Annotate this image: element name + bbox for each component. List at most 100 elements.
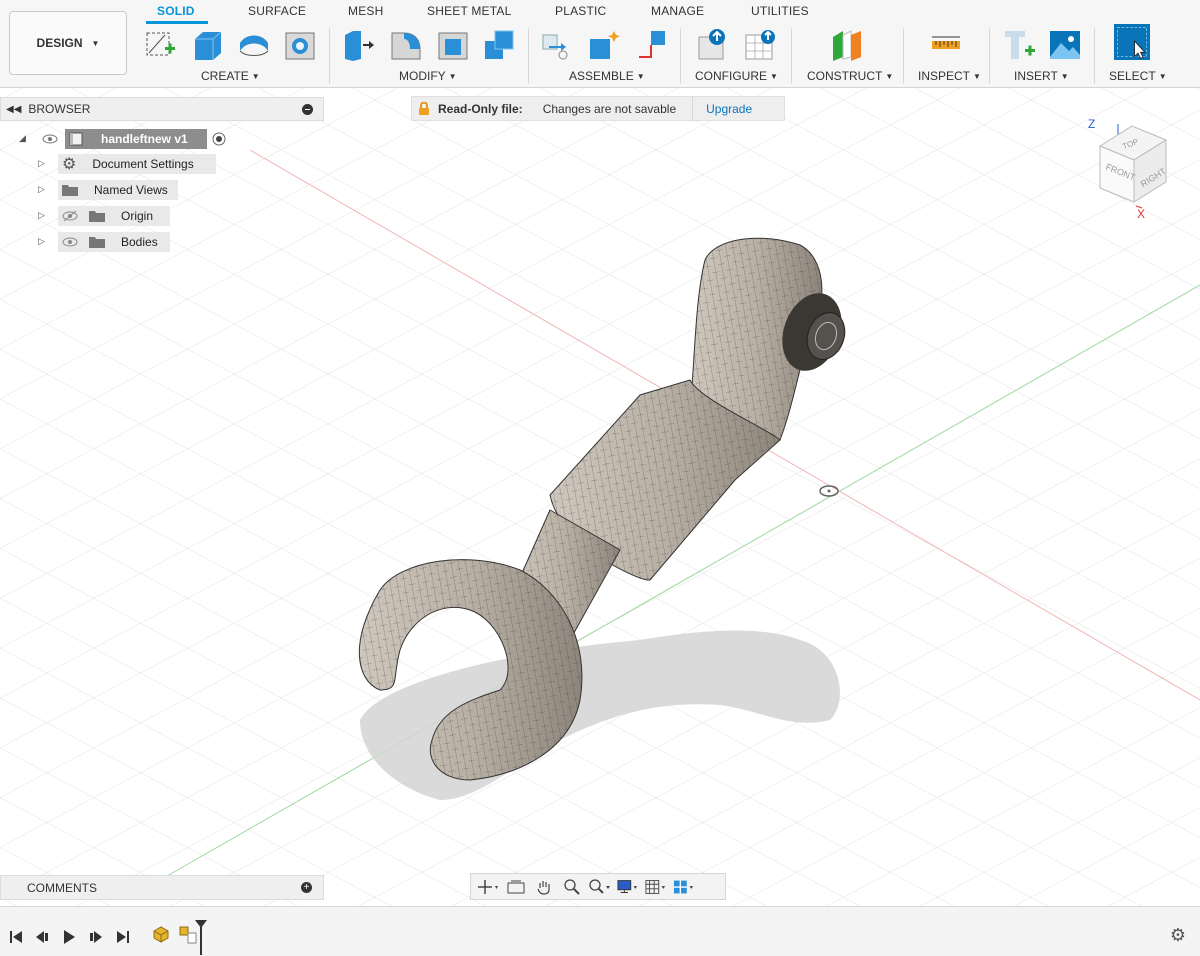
divider xyxy=(692,96,694,121)
browser-item-origin[interactable]: Origin xyxy=(58,206,170,226)
tab-mesh[interactable]: MESH xyxy=(348,4,383,18)
toolbar-divider xyxy=(903,28,904,84)
navigation-bar xyxy=(470,873,726,900)
hidden-eye-icon[interactable] xyxy=(62,210,78,222)
go-to-end-icon[interactable] xyxy=(115,929,131,945)
chevron-down-icon: ▼ xyxy=(448,72,457,81)
minimize-icon[interactable] xyxy=(302,104,313,115)
visibility-eye-icon[interactable] xyxy=(42,134,58,144)
comments-title: COMMENTS xyxy=(27,880,97,895)
press-pull-icon[interactable] xyxy=(341,27,377,63)
step-back-icon[interactable] xyxy=(34,929,50,945)
new-component-icon[interactable] xyxy=(539,27,575,63)
select-icon[interactable] xyxy=(1114,24,1156,66)
viewports-icon[interactable] xyxy=(673,878,695,896)
inspect-label: INSPECT xyxy=(918,69,971,83)
inspect-menu[interactable]: INSPECT ▼ xyxy=(918,69,981,83)
add-comment-icon[interactable]: + xyxy=(301,882,312,893)
timeline: ⚙ xyxy=(0,906,1200,956)
select-menu[interactable]: SELECT ▼ xyxy=(1109,69,1167,83)
configure-table-icon[interactable] xyxy=(742,27,778,63)
step-forward-icon[interactable] xyxy=(88,929,104,945)
grid-settings-icon[interactable] xyxy=(645,878,667,896)
expanded-arrow-icon[interactable]: ◢ xyxy=(19,133,26,144)
browser-item-document-settings[interactable]: ⚙ Document Settings xyxy=(58,154,216,174)
insert-menu[interactable]: INSERT ▼ xyxy=(1014,69,1069,83)
browser-panel-header[interactable]: ◀◀ BROWSER xyxy=(0,97,324,121)
assemble-menu[interactable]: ASSEMBLE ▼ xyxy=(569,69,645,83)
chevron-down-icon: ▼ xyxy=(885,72,894,81)
pan-hand-icon[interactable] xyxy=(533,878,555,896)
toolbar: DESIGN ▼ SOLID SURFACE MESH SHEET METAL … xyxy=(0,0,1200,88)
active-tab-indicator xyxy=(146,21,208,24)
measure-icon[interactable] xyxy=(928,27,964,63)
construct-menu[interactable]: CONSTRUCT ▼ xyxy=(807,69,893,83)
display-settings-icon[interactable] xyxy=(617,878,639,896)
settings-gear-icon[interactable]: ⚙ xyxy=(1170,925,1186,946)
timeline-marker[interactable] xyxy=(194,919,208,955)
upgrade-link[interactable]: Upgrade xyxy=(706,102,752,116)
browser-item-label: Document Settings xyxy=(92,157,194,171)
activate-radio-icon[interactable] xyxy=(210,130,228,148)
extrude-icon[interactable] xyxy=(189,27,225,63)
zoom-icon[interactable] xyxy=(561,878,583,896)
viewcube[interactable]: Z X TOP FRONT RIGHT xyxy=(1080,110,1176,220)
browser-item-label: Bodies xyxy=(121,235,158,249)
combine-icon[interactable] xyxy=(481,27,517,63)
comments-panel-header[interactable]: COMMENTS + xyxy=(0,875,324,900)
toolbar-divider xyxy=(680,28,681,84)
chevron-down-icon: ▼ xyxy=(1060,72,1069,81)
workspace-switcher-button[interactable]: DESIGN ▼ xyxy=(9,11,127,75)
timeline-feature-mesh-icon[interactable] xyxy=(152,925,170,943)
go-to-start-icon[interactable] xyxy=(8,929,24,945)
hole-icon[interactable] xyxy=(282,27,318,63)
offset-plane-icon[interactable] xyxy=(829,27,865,63)
root-component[interactable]: handleftnew v1 xyxy=(65,129,207,149)
insert-canvas-icon[interactable] xyxy=(1047,27,1083,63)
toolbar-divider xyxy=(528,28,529,84)
collapsed-arrow-icon[interactable]: ▷ xyxy=(38,210,45,221)
read-only-message: Changes are not savable xyxy=(542,101,677,116)
modify-menu[interactable]: MODIFY ▼ xyxy=(399,69,457,83)
collapsed-arrow-icon[interactable]: ▷ xyxy=(38,236,45,247)
lock-icon xyxy=(419,101,429,115)
configure-menu[interactable]: CONFIGURE ▼ xyxy=(695,69,778,83)
toolbar-divider xyxy=(329,28,330,84)
orbit-icon[interactable] xyxy=(477,878,499,896)
fillet-icon[interactable] xyxy=(388,27,424,63)
chevron-down-icon: ▼ xyxy=(251,72,260,81)
browser-item-named-views[interactable]: Named Views xyxy=(58,180,178,200)
configure-parameters-icon[interactable] xyxy=(695,27,731,63)
shell-icon[interactable] xyxy=(435,27,471,63)
chevron-down-icon: ▼ xyxy=(1158,72,1167,81)
collapsed-arrow-icon[interactable]: ▷ xyxy=(38,184,45,195)
tab-utilities[interactable]: UTILITIES xyxy=(751,4,809,18)
folder-icon xyxy=(89,211,105,222)
tab-surface[interactable]: SURFACE xyxy=(248,4,306,18)
tab-plastic[interactable]: PLASTIC xyxy=(555,4,606,18)
toolbar-divider xyxy=(1094,28,1095,84)
tab-manage[interactable]: MANAGE xyxy=(651,4,704,18)
chevron-down-icon: ▼ xyxy=(91,38,100,48)
browser-title: BROWSER xyxy=(28,102,91,116)
create-menu[interactable]: CREATE ▼ xyxy=(201,69,260,83)
tab-sheet-metal[interactable]: SHEET METAL xyxy=(427,4,511,18)
read-only-label: Read-Only file: xyxy=(438,101,523,116)
joint-icon[interactable] xyxy=(586,27,622,63)
folder-icon xyxy=(89,237,105,248)
insert-derive-icon[interactable] xyxy=(1001,27,1037,63)
chevron-down-icon: ▼ xyxy=(636,72,645,81)
zoom-window-icon[interactable] xyxy=(589,878,611,896)
configure-label: CONFIGURE xyxy=(695,69,767,83)
create-sketch-icon[interactable] xyxy=(143,27,179,63)
visibility-eye-icon[interactable] xyxy=(62,236,78,248)
collapse-panel-icon[interactable]: ◀◀ xyxy=(6,104,21,115)
browser-item-bodies[interactable]: Bodies xyxy=(58,232,170,252)
collapsed-arrow-icon[interactable]: ▷ xyxy=(38,158,45,169)
play-icon[interactable] xyxy=(61,929,77,945)
tab-solid[interactable]: SOLID xyxy=(157,4,195,18)
revolve-icon[interactable] xyxy=(236,27,272,63)
chevron-down-icon: ▼ xyxy=(770,72,778,81)
look-at-icon[interactable] xyxy=(505,878,527,896)
as-built-joint-icon[interactable] xyxy=(633,27,669,63)
